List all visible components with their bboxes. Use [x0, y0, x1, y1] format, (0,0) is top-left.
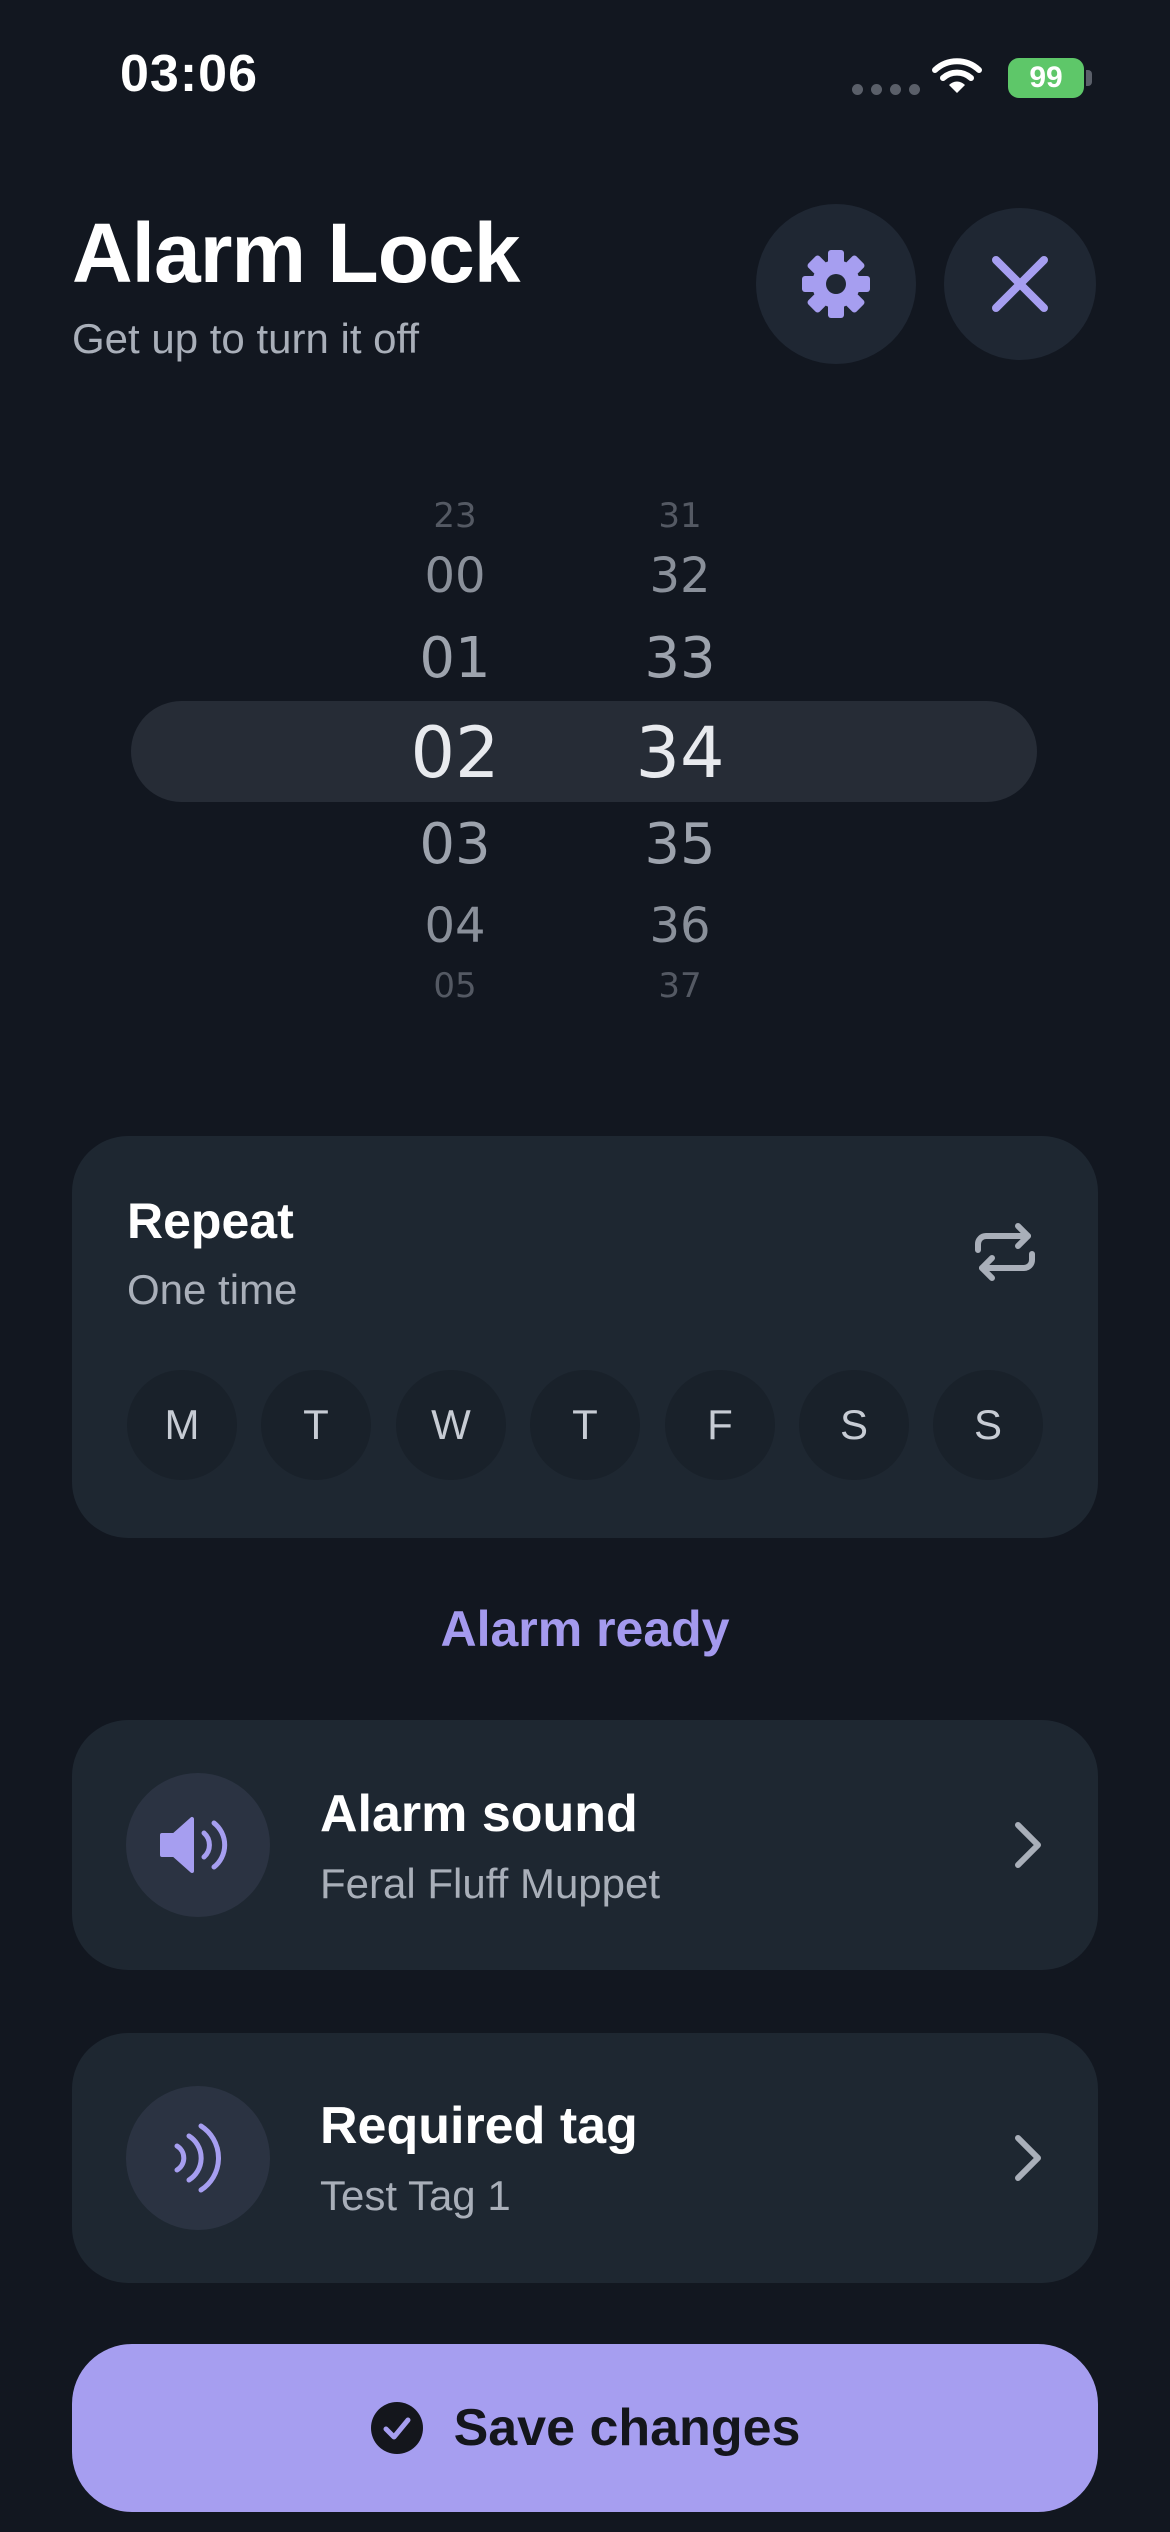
chevron-right-icon [1015, 1822, 1041, 1868]
picker-hour-item[interactable]: 03 [355, 812, 555, 877]
picker-hour-item[interactable]: 04 [355, 898, 555, 954]
close-button[interactable] [944, 208, 1096, 360]
repeat-icon[interactable] [970, 1222, 1040, 1282]
alarm-sound-title: Alarm sound [320, 1785, 638, 1843]
battery-cap [1086, 70, 1092, 86]
nfc-icon [174, 2123, 221, 2193]
picker-minute-selected[interactable]: 34 [580, 712, 780, 794]
picker-hour-item[interactable]: 23 [355, 496, 555, 536]
picker-minute-item[interactable]: 35 [580, 812, 780, 877]
repeat-title: Repeat [127, 1193, 294, 1249]
day-toggle-wednesday[interactable]: W [396, 1370, 506, 1480]
gear-icon [802, 250, 870, 318]
day-toggle-saturday[interactable]: S [799, 1370, 909, 1480]
required-tag-value: Test Tag 1 [320, 2172, 511, 2219]
battery-icon: 99 [1008, 58, 1084, 98]
close-icon [992, 256, 1048, 312]
status-time: 03:06 [120, 45, 258, 103]
picker-minute-item[interactable]: 37 [580, 966, 780, 1006]
page-subtitle: Get up to turn it off [72, 315, 420, 362]
speaker-icon [160, 1817, 228, 1873]
speaker-icon-badge [126, 1773, 270, 1917]
day-toggle-friday[interactable]: F [665, 1370, 775, 1480]
day-toggle-thursday[interactable]: T [530, 1370, 640, 1480]
alarm-sound-value: Feral Fluff Muppet [320, 1860, 661, 1907]
wifi-icon [932, 58, 982, 93]
nfc-icon-badge [126, 2086, 270, 2230]
cellular-signal-icon [852, 84, 920, 95]
save-changes-button[interactable]: Save changes [72, 2344, 1098, 2512]
picker-hour-item[interactable]: 00 [355, 548, 555, 604]
day-toggle-tuesday[interactable]: T [261, 1370, 371, 1480]
picker-minute-item[interactable]: 31 [580, 496, 780, 536]
picker-minute-item[interactable]: 36 [580, 898, 780, 954]
picker-minute-item[interactable]: 33 [580, 626, 780, 691]
repeat-value: One time [127, 1266, 298, 1313]
picker-hour-item[interactable]: 05 [355, 966, 555, 1006]
required-tag-title: Required tag [320, 2097, 638, 2155]
picker-minute-item[interactable]: 32 [580, 548, 780, 604]
day-toggle-monday[interactable]: M [127, 1370, 237, 1480]
save-button-label: Save changes [453, 2399, 801, 2457]
checkmark-circle-icon [370, 2402, 423, 2454]
picker-hour-selected[interactable]: 02 [355, 712, 555, 794]
battery-level: 99 [1029, 61, 1063, 94]
picker-hour-item[interactable]: 01 [355, 626, 555, 691]
day-toggle-sunday[interactable]: S [933, 1370, 1043, 1480]
settings-button[interactable] [756, 204, 916, 364]
chevron-right-icon [1015, 2135, 1041, 2181]
alarm-status: Alarm ready [440, 1601, 730, 1657]
page-title: Alarm Lock [72, 206, 520, 300]
